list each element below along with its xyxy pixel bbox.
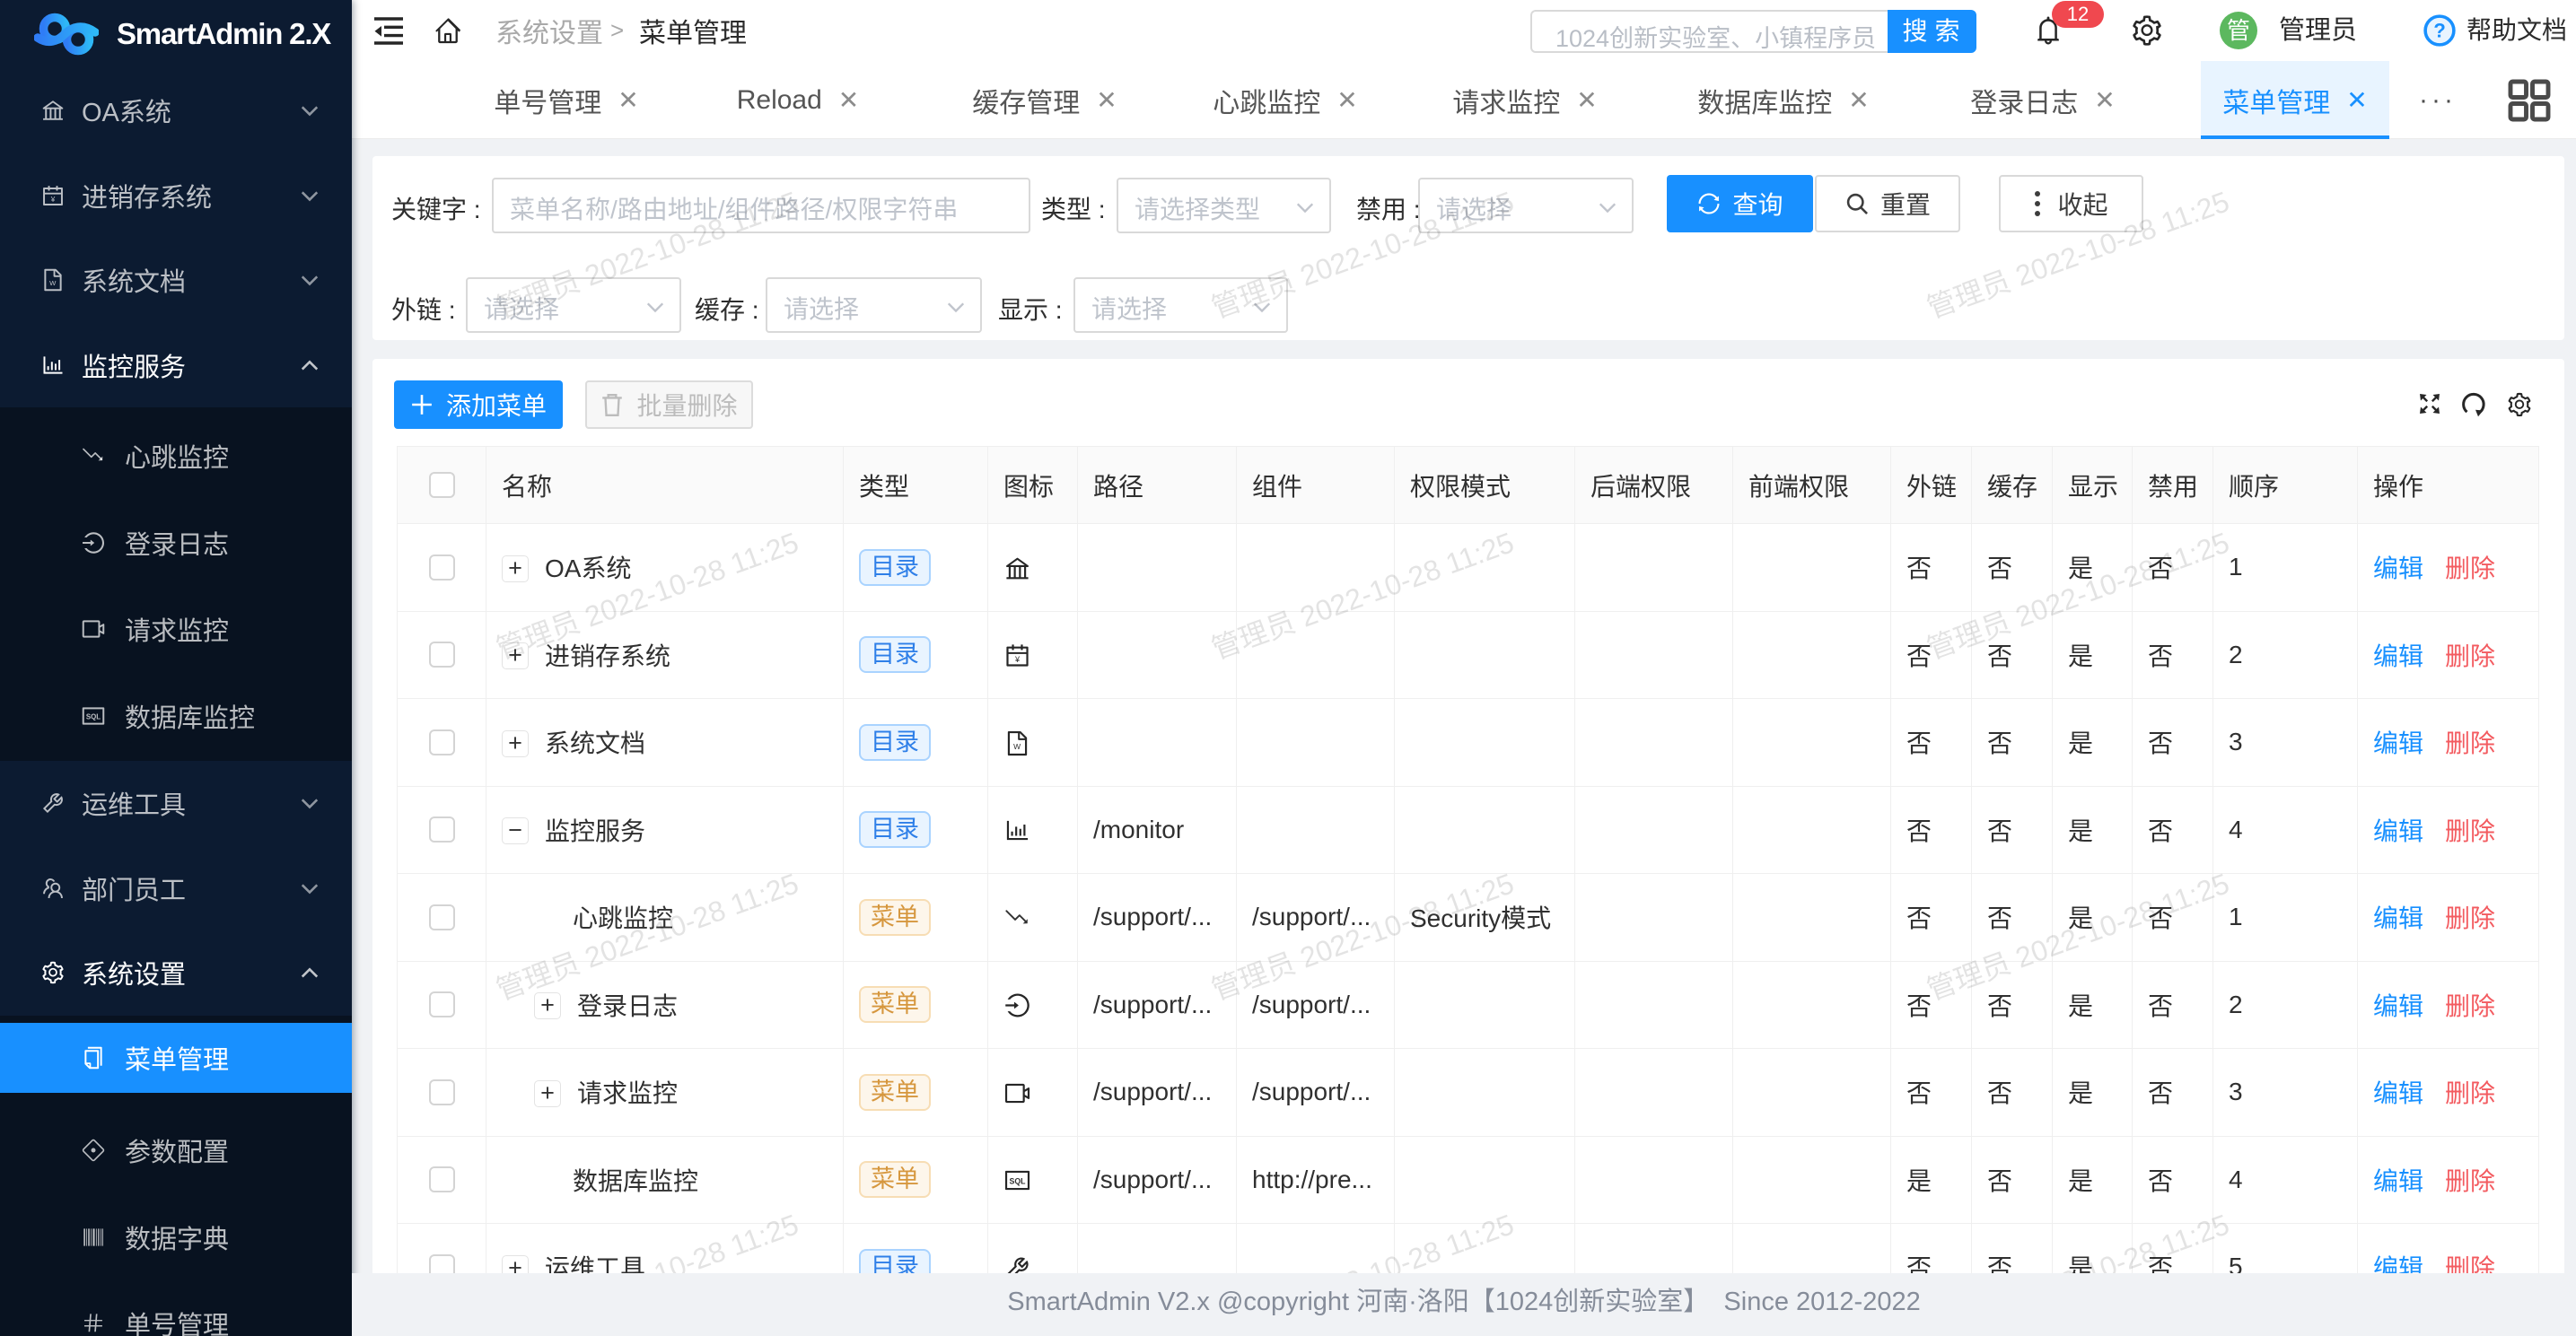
svg-text:SQL: SQL <box>1009 1177 1026 1186</box>
svg-text:¥: ¥ <box>50 196 56 204</box>
svg-text:SQL: SQL <box>86 712 101 720</box>
svg-text:¥: ¥ <box>1014 655 1021 664</box>
svg-text:W: W <box>49 279 57 287</box>
svg-text:?: ? <box>2433 19 2446 41</box>
svg-text:W: W <box>1013 742 1021 751</box>
